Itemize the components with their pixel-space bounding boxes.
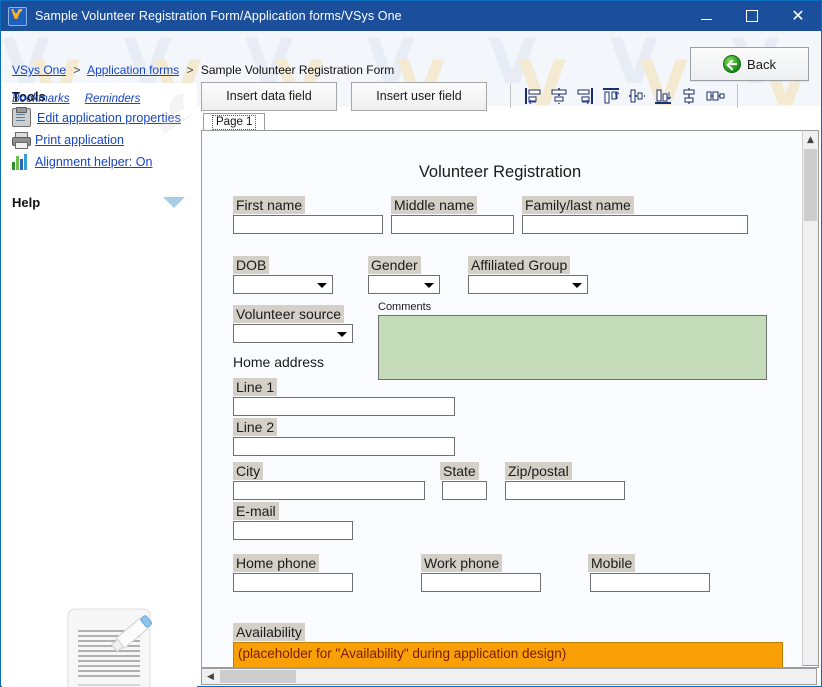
align-middle-icon[interactable]: [626, 85, 648, 107]
input-first-name[interactable]: [233, 215, 383, 234]
form-design-panel: Page 1 Volunteer Registration First name…: [201, 113, 819, 685]
dropdown-volunteer-source[interactable]: [233, 324, 353, 343]
label-state: State: [440, 462, 479, 480]
label-dob: DOB: [233, 256, 269, 274]
back-arrow-icon: [723, 55, 741, 73]
input-zip-postal[interactable]: [505, 481, 625, 500]
insert-data-field-button[interactable]: Insert data field: [201, 82, 337, 111]
align-center-horizontal-icon[interactable]: [548, 85, 570, 107]
label-city: City: [233, 462, 263, 480]
help-section[interactable]: Help: [2, 195, 197, 210]
breadcrumb-link-vsys-one[interactable]: VSys One: [12, 63, 66, 77]
textarea-comments[interactable]: [378, 315, 767, 380]
dropdown-affiliated-group[interactable]: [468, 275, 588, 294]
label-gender: Gender: [368, 256, 421, 274]
chevron-up-icon[interactable]: ▲: [803, 131, 818, 148]
signed-document-icon: [52, 601, 170, 687]
distribute-horizontal-icon[interactable]: [704, 85, 726, 107]
input-state[interactable]: [442, 481, 487, 500]
toolbar-divider-2: [737, 84, 738, 108]
label-middle-name: Middle name: [391, 196, 477, 214]
form-title: Volunteer Registration: [202, 163, 798, 182]
sidebar-item-alignment-helper[interactable]: Alignment helper: On: [12, 152, 197, 171]
breadcrumb-link-application-forms[interactable]: Application forms: [87, 63, 179, 77]
window-controls: ✕: [683, 1, 821, 31]
horizontal-scrollbar-thumb[interactable]: [220, 670, 296, 683]
bar-chart-icon: [12, 153, 29, 170]
vertical-scrollbar[interactable]: ▲: [802, 130, 819, 666]
label-comments: Comments: [378, 301, 431, 314]
sidebar: Tools Edit application properties Print …: [2, 83, 197, 687]
sidebar-item-label[interactable]: Print application: [35, 133, 124, 147]
application-window: V Sample Volunteer Registration Form/App…: [0, 0, 822, 687]
availability-placeholder[interactable]: (placeholder for "Availability" during a…: [233, 642, 783, 668]
tab-label: Page 1: [212, 115, 256, 130]
dropdown-dob[interactable]: [233, 275, 333, 294]
reminders-link[interactable]: Reminders: [85, 93, 141, 105]
label-mobile: Mobile: [588, 554, 635, 572]
input-city[interactable]: [233, 481, 425, 500]
horizontal-scrollbar[interactable]: ◀: [201, 668, 817, 685]
label-e-mail: E-mail: [233, 502, 279, 520]
input-mobile[interactable]: [590, 573, 710, 592]
page-tabstrip: Page 1: [201, 113, 819, 131]
form-canvas[interactable]: Volunteer Registration First name Middle…: [201, 130, 819, 668]
breadcrumb-separator-2: >: [186, 63, 193, 77]
label-volunteer-source: Volunteer source: [233, 305, 344, 323]
label-zip-postal: Zip/postal: [505, 462, 572, 480]
input-line-1[interactable]: [233, 397, 455, 416]
input-work-phone[interactable]: [421, 573, 541, 592]
label-first-name: First name: [233, 196, 305, 214]
input-line-2[interactable]: [233, 437, 455, 456]
minimize-icon[interactable]: [683, 1, 729, 31]
label-line-1: Line 1: [233, 378, 277, 396]
maximize-icon[interactable]: [729, 1, 775, 31]
label-affiliated-group: Affiliated Group: [468, 256, 570, 274]
tab-page-1[interactable]: Page 1: [203, 113, 265, 131]
label-line-2: Line 2: [233, 418, 277, 436]
printer-icon: [12, 131, 29, 148]
align-right-icon[interactable]: [574, 85, 596, 107]
breadcrumb-separator-1: >: [73, 63, 80, 77]
back-button-label: Back: [747, 57, 776, 72]
sidebar-item-label[interactable]: Alignment helper: On: [35, 155, 152, 169]
clipboard-icon: [12, 108, 31, 127]
back-button[interactable]: Back: [690, 47, 809, 81]
close-icon[interactable]: ✕: [775, 1, 821, 31]
label-availability: Availability: [233, 623, 305, 641]
header-links: Bookmarks Reminders: [12, 93, 152, 105]
toolbar-divider: [510, 84, 511, 108]
input-middle-name[interactable]: [391, 215, 514, 234]
label-home-phone: Home phone: [233, 554, 319, 572]
align-top-icon[interactable]: [600, 85, 622, 107]
dropdown-gender[interactable]: [368, 275, 440, 294]
breadcrumb: VSys One > Application forms > Sample Vo…: [12, 63, 394, 77]
input-family-last-name[interactable]: [522, 215, 748, 234]
title-bar: V Sample Volunteer Registration Form/App…: [1, 1, 821, 31]
align-left-icon[interactable]: [522, 85, 544, 107]
input-e-mail[interactable]: [233, 521, 353, 540]
vsys-logo-icon: V: [8, 7, 27, 26]
chevron-left-icon[interactable]: ◀: [202, 669, 219, 684]
label-work-phone: Work phone: [421, 554, 502, 572]
window-title: Sample Volunteer Registration Form/Appli…: [35, 9, 402, 23]
editor-toolbar: Insert data field Insert user field: [201, 79, 821, 113]
triangle-down-icon[interactable]: [163, 197, 185, 208]
breadcrumb-current: Sample Volunteer Registration Form: [201, 63, 394, 77]
insert-user-field-button[interactable]: Insert user field: [351, 82, 487, 111]
vertical-scrollbar-thumb[interactable]: [804, 149, 817, 221]
align-bottom-icon[interactable]: [652, 85, 674, 107]
bookmarks-link[interactable]: Bookmarks: [12, 93, 70, 105]
label-home-address: Home address: [233, 353, 324, 371]
input-home-phone[interactable]: [233, 573, 353, 592]
label-family-last-name: Family/last name: [522, 196, 634, 214]
distribute-vertical-icon[interactable]: [678, 85, 700, 107]
